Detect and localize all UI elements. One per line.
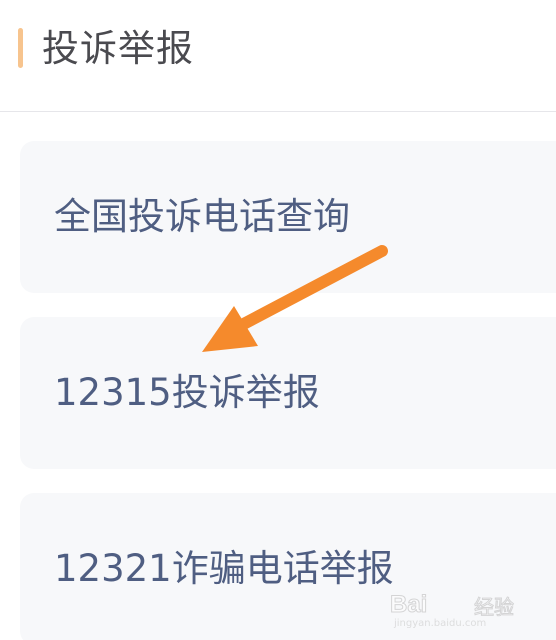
watermark-logo: Bai 经验 jingyan.baidu.com (389, 586, 540, 630)
title-accent-bar (18, 28, 23, 68)
watermark-sub: 经验 (474, 595, 515, 620)
page: 投诉举报 全国投诉电话查询 12315投诉举报 12321诈骗电话举报 Bai … (0, 0, 556, 640)
header: 投诉举报 (0, 0, 556, 112)
watermark-url: jingyan.baidu.com (394, 618, 487, 629)
menu-item-12315-complaint-report[interactable]: 12315投诉举报 (20, 317, 556, 469)
menu-item-label: 12315投诉举报 (54, 371, 320, 414)
menu-item-label: 全国投诉电话查询 (54, 195, 350, 238)
page-title: 投诉举报 (42, 27, 194, 70)
watermark-brand: Bai (389, 591, 428, 619)
menu-item-national-complaint-phone-lookup[interactable]: 全国投诉电话查询 (20, 141, 556, 293)
menu-item-label: 12321诈骗电话举报 (54, 547, 394, 590)
